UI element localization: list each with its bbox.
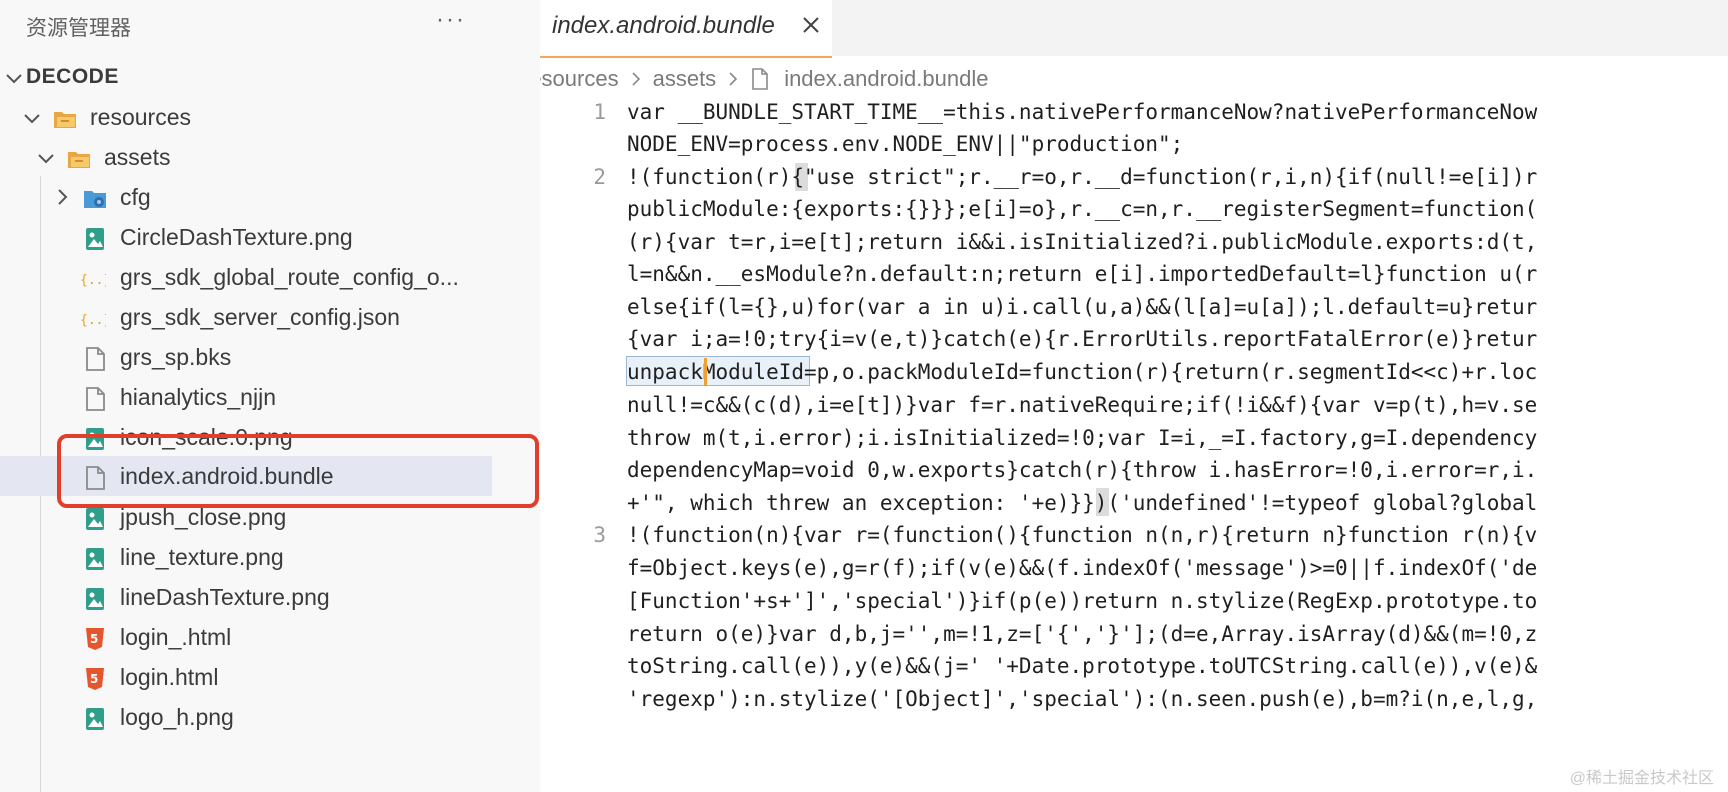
root-folder-label: DECODE (26, 65, 119, 88)
more-actions-button[interactable]: ··· (436, 6, 466, 34)
code-line: !(function(r){"use strict";r.__r=o,r.__d… (627, 165, 1538, 189)
code-line: l=n&&n.__esModule?n.default:n;return e[i… (627, 262, 1538, 286)
image-file-icon (86, 708, 104, 730)
file-icon (86, 347, 105, 371)
tree-item-label: line_texture.png (120, 544, 284, 570)
code-line: (r){var t=r,i=e[t];return i&&i.isInitial… (627, 230, 1538, 254)
tree-item-label: CircleDashTexture.png (120, 224, 353, 250)
code-line: f=Object.keys(e),g=r(f);if(v(e)&&(f.inde… (627, 556, 1538, 580)
chevron-down-icon (6, 74, 22, 84)
tree-item-label: grs_sdk_global_route_config_o... (120, 264, 459, 290)
file-icon (86, 387, 105, 411)
file-icon (752, 68, 768, 90)
svg-text:5: 5 (90, 672, 98, 686)
code-editor[interactable]: 1 2 3 var __BUNDLE_START_TIME__=this.nat… (540, 96, 1728, 792)
code-line: null!=c&&(c(d),i=e[t])}var f=r.nativeReq… (627, 393, 1538, 417)
image-file-icon (86, 508, 104, 530)
code-line: unpackModuleId=p,o.packModuleId=function… (627, 360, 1538, 384)
tree-item-label: logo_h.png (120, 704, 234, 730)
tree-item-label: hianalytics_njjn (120, 384, 276, 410)
svg-text:5: 5 (90, 632, 98, 646)
tree-item-label: assets (104, 144, 171, 170)
tree-item-label: login_.html (120, 624, 232, 650)
chevron-down-icon (24, 114, 40, 124)
tree-item-label: login.html (120, 664, 219, 690)
folder-open-icon (54, 112, 76, 128)
code-line: return o(e)}var d,b,j='',m=!1,z=['{','}'… (627, 622, 1538, 646)
chevron-right-icon (729, 72, 738, 86)
breadcrumb: resources assets index.android.bundle (540, 64, 988, 94)
code-line: {var i;a=!0;try{i=v(e,t)}catch(e){r.Erro… (627, 327, 1538, 351)
tree-item-file[interactable]: hianalytics_njjn (0, 378, 540, 416)
code-line: 'regexp'):n.stylize('[Object]','special'… (627, 687, 1538, 711)
tree-item-label: jpush_close.png (120, 504, 287, 530)
tree-item-label: grs_sp.bks (120, 344, 232, 370)
code-line: NODE_ENV=process.env.NODE_ENV||"producti… (627, 132, 1184, 156)
tree-item-file[interactable]: CircleDashTexture.png (0, 218, 540, 256)
tree-item-file[interactable]: {..} grs_sdk_server_config.json (0, 298, 540, 336)
code-line: else{if(l={},u)for(var a in u)i.call(u,a… (627, 295, 1538, 319)
code-line: dependencyMap=void 0,w.exports}catch(r){… (627, 458, 1538, 482)
folder-gear-icon (84, 191, 106, 208)
image-file-icon (86, 588, 104, 610)
tree-item-cfg[interactable]: cfg (0, 178, 540, 216)
code-line: var __BUNDLE_START_TIME__=this.nativePer… (627, 100, 1538, 124)
tree-item-assets[interactable]: assets (0, 138, 540, 176)
code-line: !(function(n){var r=(function(){function… (627, 523, 1538, 547)
code-line: throw m(t,i.error);i.isInitialized=!0;va… (627, 426, 1538, 450)
code-line: toString.call(e)),y(e)&&(j=' '+Date.prot… (627, 654, 1538, 678)
watermark: @稀土掘金技术社区 (1569, 770, 1714, 787)
html-file-icon: 5 (86, 668, 104, 690)
tree-item-file[interactable]: logo_h.png (0, 698, 540, 736)
explorer-panel: 资源管理器 ··· DECODE resources assets cfg Ci… (0, 0, 540, 792)
code-line: [Function'+s+']','special')}if(p(e))retu… (627, 589, 1538, 613)
tab-title: index.android.bundle (552, 12, 775, 39)
tree-item-file[interactable]: line_texture.png (0, 538, 540, 576)
line-number: 3 (593, 523, 606, 547)
chevron-right-icon (632, 72, 640, 86)
tree-item-file[interactable]: {..} grs_sdk_global_route_config_o... (0, 258, 540, 296)
svg-text:{..}: {..} (80, 273, 106, 288)
chevron-down-icon (38, 154, 54, 164)
tree-item-file[interactable]: 5 login_.html (0, 618, 540, 656)
tree-item-resources[interactable]: resources (0, 98, 540, 136)
tree-item-label: lineDashTexture.png (120, 584, 330, 610)
text-cursor (704, 358, 707, 386)
breadcrumb-item[interactable]: index.android.bundle (784, 66, 988, 92)
html-file-icon: 5 (86, 628, 104, 650)
tree-root-decode[interactable]: DECODE (0, 62, 540, 92)
folder-open-icon (68, 152, 90, 168)
chevron-right-icon (58, 189, 68, 205)
line-number: 1 (593, 100, 606, 124)
editor-panel: index.android.bundle resources assets in… (540, 0, 1728, 792)
breadcrumb-item[interactable]: assets (653, 66, 717, 92)
image-file-icon (86, 228, 104, 250)
close-icon[interactable] (800, 14, 822, 36)
tree-item-file[interactable]: 5 login.html (0, 658, 540, 696)
tree-item-label: cfg (120, 184, 151, 210)
code-line: +'", which threw an exception: '+e)}})('… (627, 491, 1538, 515)
image-file-icon (86, 548, 104, 570)
tree-item-label: resources (90, 104, 191, 130)
code-line: publicModule:{exports:{}}};e[i]=o},r.__c… (627, 197, 1538, 221)
json-file-icon: {..} (80, 273, 106, 288)
tree-item-file[interactable]: grs_sp.bks (0, 338, 540, 376)
tree-item-label: grs_sdk_server_config.json (120, 304, 400, 330)
json-file-icon: {..} (80, 313, 106, 328)
tab-index-android-bundle[interactable]: index.android.bundle (540, 0, 832, 58)
svg-text:{..}: {..} (80, 313, 106, 328)
tab-bar: index.android.bundle (540, 0, 1728, 58)
line-number: 2 (593, 165, 606, 189)
breadcrumb-item[interactable]: resources (540, 66, 619, 92)
annotation-highlight-box (57, 434, 539, 508)
explorer-title: 资源管理器 (26, 16, 131, 40)
tree-item-file[interactable]: lineDashTexture.png (0, 578, 540, 616)
